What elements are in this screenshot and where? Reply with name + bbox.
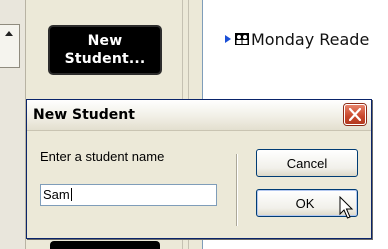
cancel-button-label: Cancel bbox=[286, 155, 328, 171]
dialog-titlebar[interactable]: New Student bbox=[27, 100, 371, 131]
student-name-input[interactable]: Sam bbox=[40, 184, 217, 206]
student-name-value: Sam bbox=[43, 187, 70, 202]
new-student-dialog: New Student Enter a student name Sam Can… bbox=[26, 99, 372, 239]
text-caret bbox=[70, 188, 72, 201]
close-button[interactable] bbox=[344, 104, 366, 125]
ok-button-label: OK bbox=[295, 195, 315, 211]
new-student-button-label: New Student... bbox=[64, 33, 146, 67]
dialog-separator bbox=[236, 154, 238, 226]
tree-item[interactable]: Monday Reade bbox=[225, 29, 370, 49]
tree-item-label: Monday Reade bbox=[251, 29, 370, 49]
mouse-pointer-icon bbox=[339, 196, 354, 219]
new-student-button[interactable]: New Student... bbox=[48, 25, 162, 75]
close-icon bbox=[349, 108, 361, 121]
triangle-right-icon[interactable] bbox=[225, 35, 231, 43]
partial-button[interactable] bbox=[50, 241, 160, 249]
dialog-title: New Student bbox=[33, 107, 135, 123]
scroll-up-button[interactable] bbox=[0, 24, 20, 68]
cancel-button[interactable]: Cancel bbox=[256, 149, 358, 177]
scroll-up-arrow-icon bbox=[5, 31, 13, 36]
prompt-label: Enter a student name bbox=[40, 149, 165, 164]
group-icon bbox=[235, 33, 249, 45]
left-panel bbox=[0, 0, 26, 249]
